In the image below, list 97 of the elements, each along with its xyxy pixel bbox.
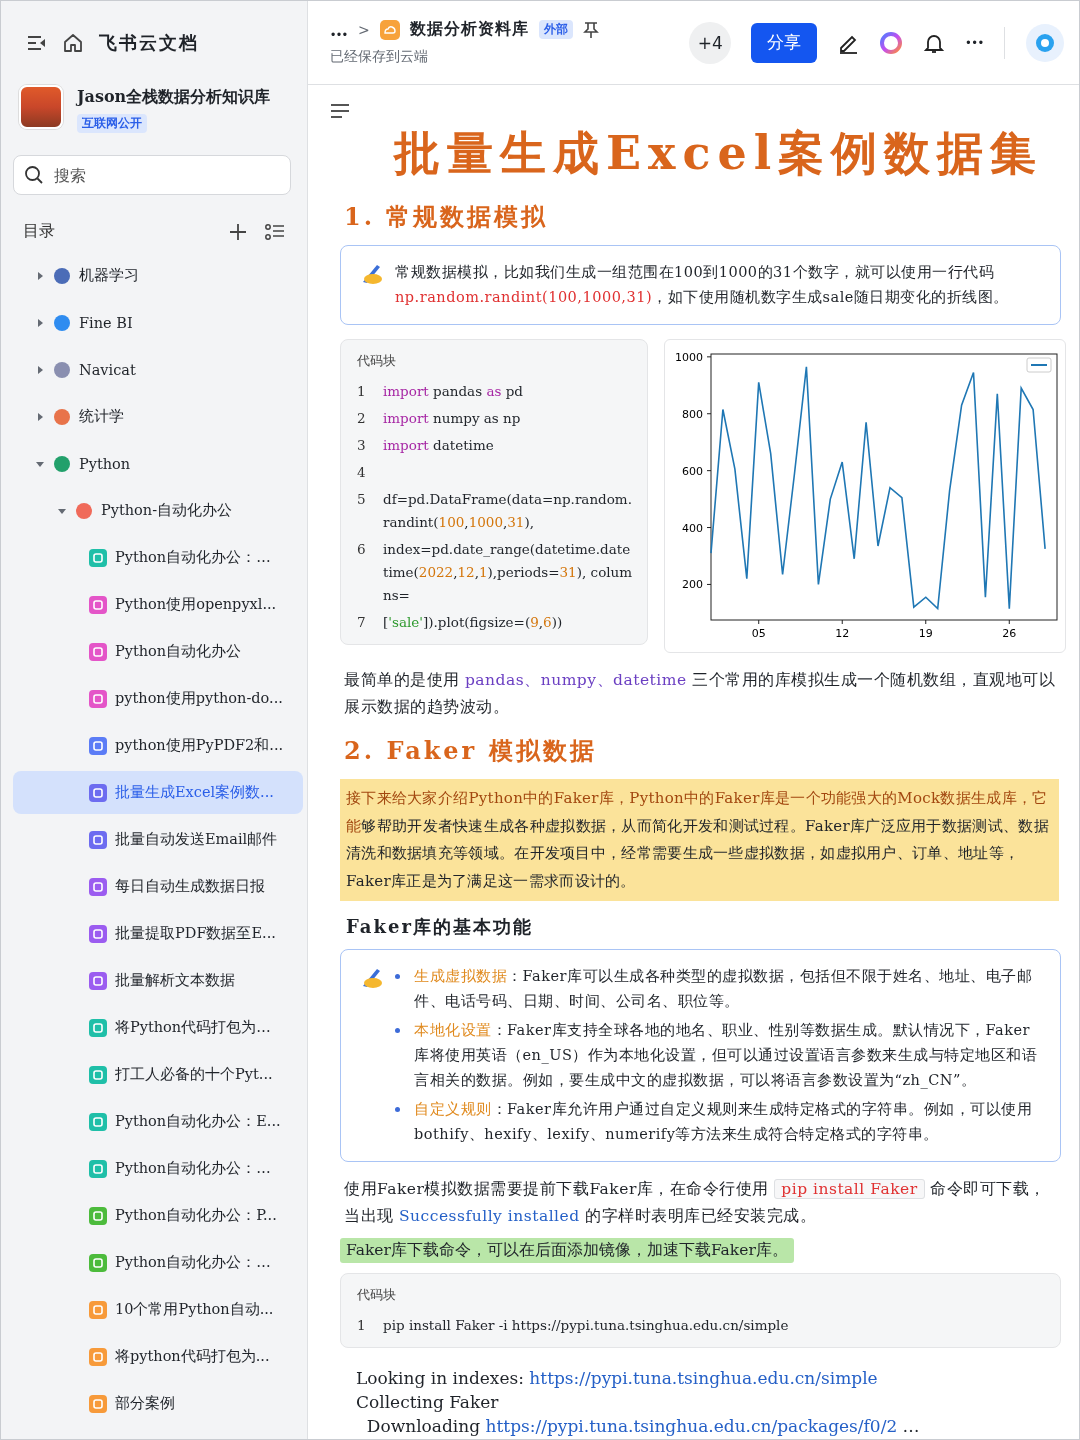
- tree-item[interactable]: 将python代码打包为...: [13, 1335, 303, 1378]
- cloud-folder-icon: [379, 19, 400, 40]
- code-line: import datetime: [383, 436, 495, 455]
- code-block-label: 代码块: [357, 1286, 397, 1304]
- more-button[interactable]: ···: [965, 32, 984, 53]
- highlighted-paragraph: Faker库下载命令，可以在后面添加镜像，加速下载Faker库。: [340, 1238, 794, 1263]
- tree-item[interactable]: Python-自动化办公: [13, 489, 303, 532]
- tree-item[interactable]: Python自动化办公：…: [13, 1147, 303, 1190]
- paragraph: 使用Faker模拟数据需要提前下载Faker库，在命令行使用 pip install Faker 命令即可下载，当出现 Successfully installed 的字样时表明库已经安装完成。: [344, 1178, 1047, 1227]
- tree-item[interactable]: Navicat: [13, 348, 303, 391]
- visibility-tag: 互联网公开: [77, 114, 147, 133]
- ring-logo-icon[interactable]: [879, 30, 904, 55]
- line-number: 2: [357, 409, 367, 428]
- url-link[interactable]: https://pypi.tuna.tsinghua.edu.cn/packages/f0/2: [485, 1416, 898, 1436]
- tree-item[interactable]: 部分案例: [13, 1382, 303, 1425]
- line-number: 3: [357, 436, 367, 455]
- search-icon: [24, 165, 44, 185]
- workspace-logo: [19, 85, 63, 129]
- tree-item[interactable]: 将Python代码打包为…: [13, 1006, 303, 1049]
- caret-right-icon[interactable]: [35, 270, 45, 281]
- line-number: 4: [357, 463, 367, 482]
- caret-right-icon[interactable]: [35, 317, 45, 328]
- code-line: import numpy as np: [383, 409, 522, 428]
- bullet-text: 自定义规则：Faker库允许用户通过自定义规则来生成特定格式的字符串。例如，可以使用bothify、hexify、lexify、numerify等方法来生成符合特定格式的字符串。: [414, 1100, 1034, 1144]
- section-heading: 2. Faker 模拟数据: [344, 735, 598, 767]
- url-link[interactable]: https://pypi.tuna.tsinghua.edu.cn/simple: [529, 1368, 878, 1388]
- search-field[interactable]: 搜索: [13, 155, 291, 195]
- tree-item[interactable]: Python自动化办公：P...: [13, 1194, 303, 1237]
- paragraph: 最简单的是使用 pandas、numpy、datetime 三个常用的库模拟生成一个随机数组，直观地可以展示数据的趋势波动。: [344, 670, 1057, 718]
- app-title: 飞书云文档: [99, 31, 199, 55]
- tree-item[interactable]: 批量生成Excel案例数...: [13, 771, 303, 814]
- highlighted-paragraph: 接下来给大家介绍Python中的Faker库，Python中的Faker库是一个功能强大的Mock数据生成库，它能够帮助开发者快速生成各种虚拟数据，从而简化开发和测试过程。Faker库广泛应用于数据测试、数据清洗和数据填充等领域。在开发项目中，经常需要生成一些虚拟数据，如虚拟用户、订单、地址等，Faker库正是为了满足这一需求而设计的。: [340, 779, 1059, 901]
- code-line: index=pd.date_range(datetime.datetime(2022,12,1),periods=31), columns=: [383, 540, 633, 605]
- list-icon[interactable]: [265, 222, 285, 241]
- breadcrumb-more[interactable]: …: [330, 19, 348, 40]
- home-icon[interactable]: [63, 33, 83, 53]
- avatar-icon[interactable]: [1025, 22, 1065, 63]
- space-name[interactable]: 数据分析资料库: [409, 19, 529, 40]
- output-line: Collecting Faker: [356, 1391, 500, 1414]
- inline-code: pip install Faker: [774, 1179, 925, 1199]
- axis-label: 05: [751, 627, 766, 640]
- outline-icon[interactable]: [330, 103, 350, 119]
- document-title: 批量生成Excel案例数据集: [394, 125, 1045, 182]
- breadcrumb-separator: >: [358, 21, 370, 38]
- code-line: ['sale']).plot(figsize=(9,6)): [383, 613, 564, 632]
- tree-item[interactable]: 每日自动生成数据日报: [13, 865, 303, 908]
- workspace-name: Jason全栈数据分析知识库: [77, 87, 271, 108]
- code-line: pip install Faker -i https://pypi.tuna.tsinghua.edu.cn/simple: [383, 1316, 790, 1335]
- plus-icon[interactable]: [229, 222, 247, 241]
- axis-label: 1000: [675, 350, 703, 364]
- line-number: 5: [357, 490, 367, 509]
- code-line: import pandas as pd: [383, 382, 524, 401]
- axis-label: 26: [1002, 627, 1017, 640]
- axis-label: 400: [682, 521, 703, 535]
- tree-item[interactable]: python使用python-do...: [13, 677, 303, 720]
- tree-item[interactable]: 机器学习: [13, 254, 303, 297]
- tree-item[interactable]: Python自动化办公：…: [13, 1241, 303, 1284]
- tree-item[interactable]: python使用PyPDF2和...: [13, 724, 303, 767]
- axis-label: 12: [835, 627, 850, 640]
- bullet-text: 本地化设置：Faker库支持全球各地的地名、职业、性别等数据生成。默认情况下，Faker库将使用英语（en_US）作为本地化设置，但可以通过设置语言参数来生成与特定地区和语言相关的数据。例如，要生成中文的虚拟数据，可以将语言参数设置为“zh_CN”。: [414, 1021, 1039, 1091]
- subheading: Faker库的基本功能: [346, 915, 534, 939]
- external-tag: 外部: [538, 20, 573, 39]
- save-status: 已经保存到云端: [330, 48, 429, 66]
- tree-item[interactable]: 批量解析文本数据: [13, 959, 303, 1002]
- toc-label: 目录: [23, 221, 56, 242]
- axis-label: 200: [682, 578, 703, 592]
- collaborators-count[interactable]: +4: [689, 21, 732, 64]
- line-number: 1: [357, 382, 367, 401]
- tree-item[interactable]: 打工人必备的十个Pyt...: [13, 1053, 303, 1096]
- output-line: Downloading https://pypi.tuna.tsinghua.edu.cn/packages/f0/2 …: [365, 1415, 921, 1438]
- line-number: 6: [357, 540, 367, 559]
- tree-item[interactable]: 10个常用Python自动...: [13, 1288, 303, 1331]
- tree-item[interactable]: 批量提取PDF数据至E...: [13, 912, 303, 955]
- section-heading: 1. 常规数据模拟: [344, 201, 550, 233]
- tree-item[interactable]: Python自动化办公：…: [13, 536, 303, 579]
- collapse-sidebar-icon[interactable]: [27, 35, 47, 51]
- bullet-text: 生成虚拟数据：Faker库可以生成各种类型的虚拟数据，包括但不限于姓名、地址、电子邮件、电话号码、日期、时间、公司名、职位等。: [414, 967, 1034, 1011]
- axis-label: 19: [918, 627, 933, 640]
- output-line: Looking in indexes: https://pypi.tuna.tsinghua.edu.cn/simple: [356, 1367, 879, 1390]
- caret-right-icon[interactable]: [35, 364, 45, 375]
- tree-item[interactable]: Python自动化办公: [13, 630, 303, 673]
- line-number: 1: [357, 1316, 367, 1335]
- tree-item[interactable]: Fine BI: [13, 301, 303, 344]
- tree-item[interactable]: 批量自动发送Email邮件: [13, 818, 303, 861]
- callout-text: 常规数据模拟，比如我们生成一组范围在100到1000的31个数字，就可以使用一行代码 np.random.randint(100,1000,31)，如下使用随机数字生成sale随日期变化的折线图。: [395, 263, 1010, 307]
- pin-icon[interactable]: [582, 20, 599, 39]
- tree-item[interactable]: Python自动化办公：E...: [13, 1100, 303, 1143]
- legend-swatch-icon: [1026, 357, 1052, 373]
- share-button[interactable]: 分享: [751, 22, 818, 63]
- axis-label: 800: [682, 407, 703, 421]
- line-number: 7: [357, 613, 367, 632]
- code-block-label: 代码块: [357, 352, 397, 370]
- tree-item[interactable]: 统计学: [13, 395, 303, 438]
- tree-item[interactable]: Python: [13, 442, 303, 485]
- caret-right-icon[interactable]: [35, 411, 45, 422]
- axis-label: 600: [682, 464, 703, 478]
- tree-item[interactable]: Python使用openpyxl...: [13, 583, 303, 626]
